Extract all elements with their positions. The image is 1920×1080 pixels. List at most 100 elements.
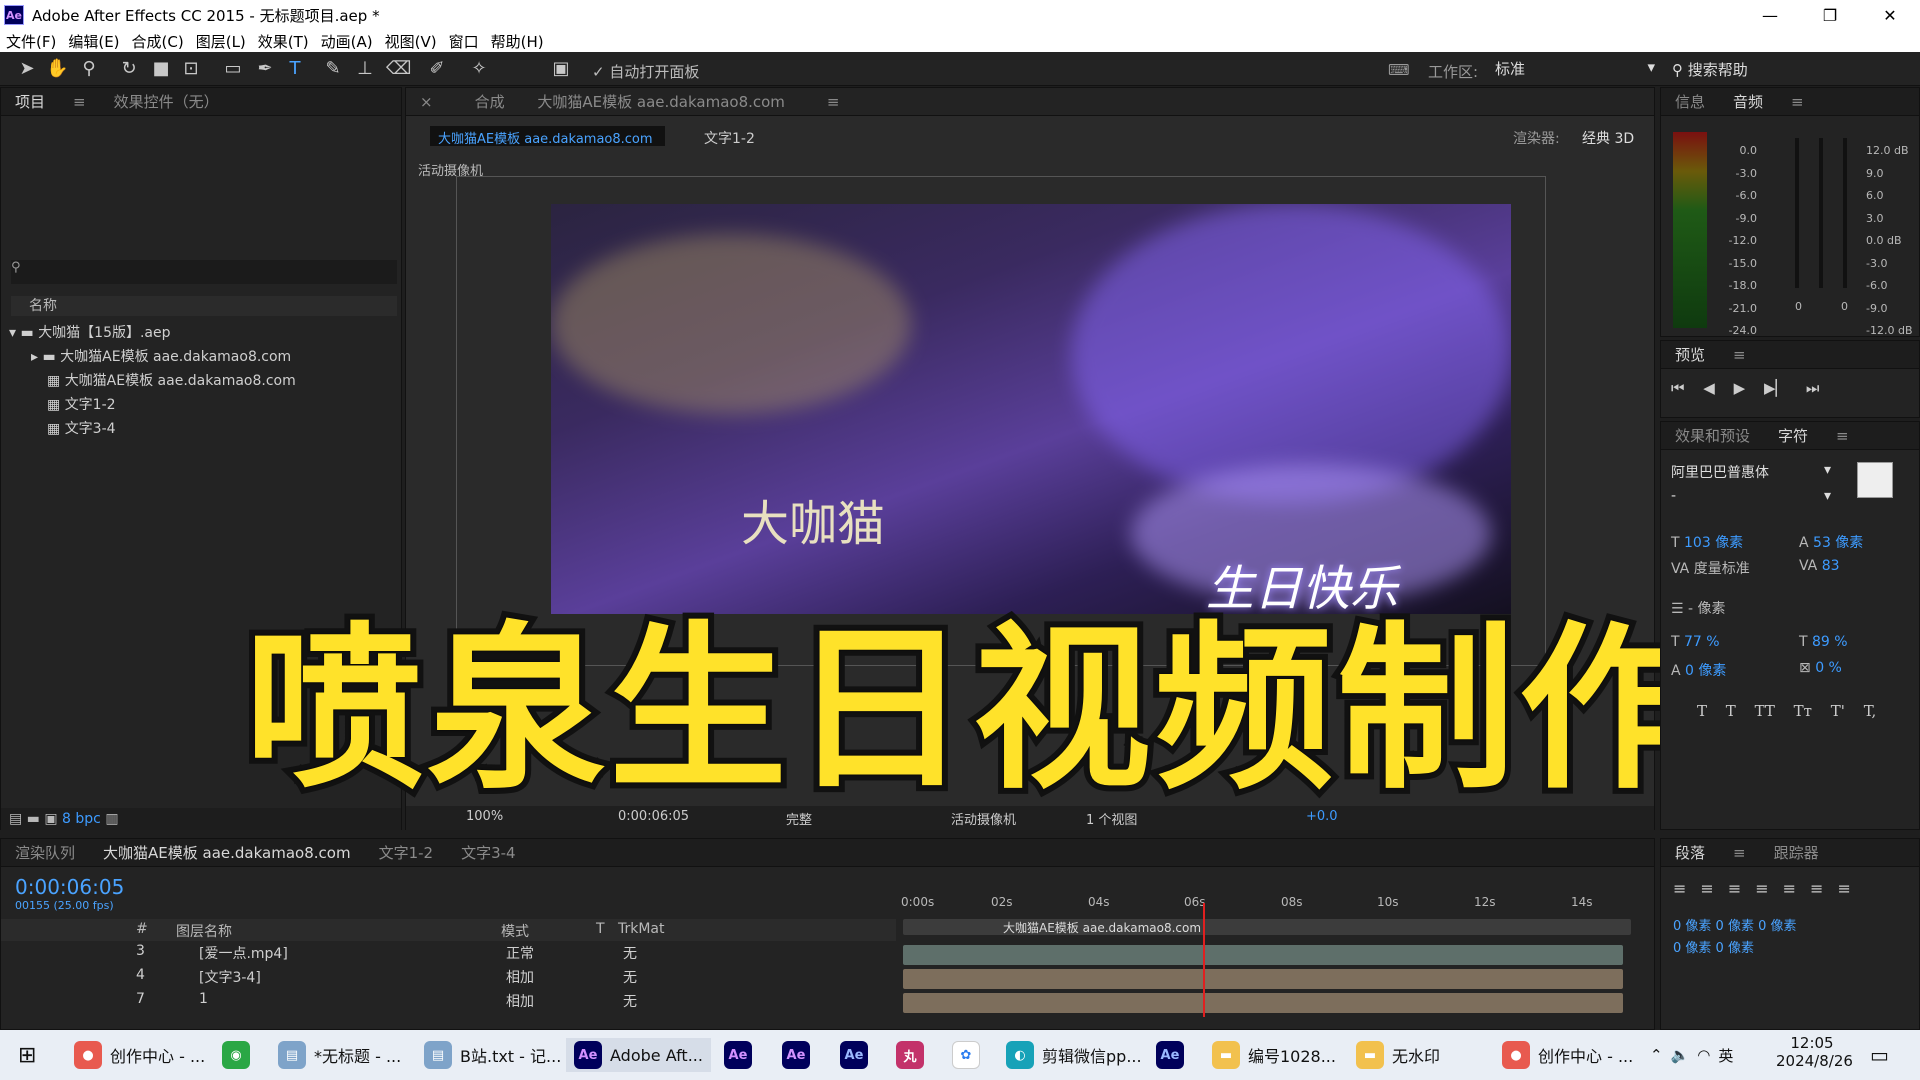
vscale-field[interactable]: T 77 % xyxy=(1671,634,1720,650)
taskbar-item[interactable]: ✿ xyxy=(952,1038,980,1072)
maximize-button[interactable]: ❐ xyxy=(1800,0,1860,30)
tab-comp-text34[interactable]: 文字3-4 xyxy=(447,842,530,863)
menu-effect[interactable]: 效果(T) xyxy=(252,31,315,52)
tab-effect-controls[interactable]: 效果控件（无） xyxy=(100,91,233,112)
menu-animation[interactable]: 动画(A) xyxy=(315,31,379,52)
zoom-tool-icon[interactable]: ⚲ xyxy=(78,58,100,80)
menu-view[interactable]: 视图(V) xyxy=(379,31,443,52)
tab-info[interactable]: 信息 xyxy=(1661,91,1719,112)
timeline-track-area[interactable]: 0:00s 02s 04s 06s 08s 10s 12s 14s 大咖猫AE模… xyxy=(901,879,1631,1029)
volume-icon[interactable]: 🔈 xyxy=(1671,1046,1690,1064)
menu-icon[interactable]: ≡ xyxy=(813,93,854,111)
space-fields[interactable]: 0 像素 0 像素 xyxy=(1673,937,1754,956)
first-frame-icon[interactable]: ⏮ xyxy=(1671,379,1685,397)
stamp-tool-icon[interactable]: ⊥ xyxy=(354,58,376,80)
small-caps-button[interactable]: Tт xyxy=(1794,702,1812,720)
faux-bold-button[interactable]: T xyxy=(1697,702,1707,720)
menu-icon[interactable]: ≡ xyxy=(59,93,100,111)
taskbar-item[interactable]: ▤ B站.txt - 记... xyxy=(424,1038,561,1072)
bpc-button[interactable]: 8 bpc xyxy=(62,811,101,827)
tab-project[interactable]: 项目 xyxy=(1,91,59,112)
comp-tab[interactable]: 合成 大咖猫AE模板 aae.dakamao8.com xyxy=(447,91,813,112)
roto-tool-icon[interactable]: ✐ xyxy=(426,58,448,80)
taskbar-item[interactable]: ● 创作中心 - ... xyxy=(1502,1038,1633,1072)
work-area-bar[interactable]: 大咖猫AE模板 aae.dakamao8.com xyxy=(903,919,1631,935)
font-style-select[interactable]: - ▾ xyxy=(1671,488,1831,510)
layer-bar[interactable] xyxy=(903,969,1623,989)
taskbar-item-active[interactable]: Ae Adobe Aft... xyxy=(566,1038,711,1072)
play-icon[interactable]: ▶ xyxy=(1734,379,1746,397)
workspace-select[interactable]: 标准 ▾ xyxy=(1495,58,1655,80)
clock[interactable]: 12:05 2024/8/26 xyxy=(1776,1034,1853,1070)
layer-trkmat[interactable]: 无 xyxy=(623,991,637,1011)
table-row[interactable]: 3 [爱一点.mp4] 正常 无 xyxy=(1,943,896,967)
eraser-tool-icon[interactable]: ⌫ xyxy=(386,58,411,80)
list-item[interactable]: ▦ 文字3-4 xyxy=(47,418,116,442)
tab-character[interactable]: 字符 xyxy=(1764,425,1822,446)
taskbar-item[interactable]: ◉ xyxy=(222,1038,250,1072)
menu-icon[interactable]: ≡ xyxy=(1719,346,1760,364)
brush-tool-icon[interactable]: ✎ xyxy=(322,58,344,80)
layer-mode[interactable]: 相加 xyxy=(506,967,534,987)
layer-trkmat[interactable]: 无 xyxy=(623,943,637,963)
selection-tool-icon[interactable]: ➤ xyxy=(16,58,38,80)
timeline-timecode[interactable]: 0:00:06:05 xyxy=(15,875,124,899)
layer-mode[interactable]: 相加 xyxy=(506,991,534,1011)
panel-icon[interactable]: ▣ xyxy=(550,58,572,80)
leading-field[interactable]: A 53 像素 xyxy=(1799,532,1863,552)
font-size-field[interactable]: T 103 像素 xyxy=(1671,532,1743,552)
ime-indicator[interactable]: 英 xyxy=(1718,1045,1733,1066)
tab-render-queue[interactable]: 渲染队列 xyxy=(1,842,89,863)
taskbar-item[interactable]: Ae xyxy=(724,1038,752,1072)
close-icon[interactable]: × xyxy=(406,93,447,111)
rectangle-tool-icon[interactable]: ▭ xyxy=(222,58,244,80)
menu-edit[interactable]: 编辑(E) xyxy=(62,31,125,52)
menu-icon[interactable]: ≡ xyxy=(1822,427,1863,445)
layer-bar[interactable] xyxy=(903,945,1623,965)
layer-bar[interactable] xyxy=(903,993,1623,1013)
tab-effects-presets[interactable]: 效果和预设 xyxy=(1661,425,1764,446)
start-button[interactable]: ⊞ xyxy=(18,1038,36,1072)
breadcrumb[interactable]: 大咖猫AE模板 aae.dakamao8.com xyxy=(430,126,665,146)
list-item[interactable]: ▸ ▬ 大咖猫AE模板 aae.dakamao8.com xyxy=(31,346,291,370)
camera-tool-icon[interactable]: ■ xyxy=(150,58,172,80)
menu-window[interactable]: 窗口 xyxy=(443,31,485,52)
type-tool-icon[interactable]: T xyxy=(284,58,306,80)
tsume-field[interactable]: ⊠ 0 % xyxy=(1799,660,1842,676)
tab-comp-main[interactable]: 大咖猫AE模板 aae.dakamao8.com xyxy=(89,842,365,863)
font-select[interactable]: 阿里巴巴普惠体 ▾ xyxy=(1671,462,1831,484)
fill-color-swatch[interactable] xyxy=(1857,462,1893,498)
pen-tool-icon[interactable]: ✒ xyxy=(254,58,276,80)
taskbar-item[interactable]: 丸 xyxy=(896,1038,924,1072)
taskbar-item[interactable]: Ae xyxy=(1156,1038,1184,1072)
all-caps-button[interactable]: TT xyxy=(1755,702,1775,720)
name-column-header[interactable]: 名称 xyxy=(11,296,397,316)
breadcrumb-item[interactable]: 文字1-2 xyxy=(704,128,755,148)
taskbar-item[interactable]: ▬ 无水印 xyxy=(1356,1038,1440,1072)
tracking-field[interactable]: VA 83 xyxy=(1799,558,1840,574)
hscale-field[interactable]: T 89 % xyxy=(1799,634,1848,650)
menu-composition[interactable]: 合成(C) xyxy=(126,31,190,52)
minimize-button[interactable]: — xyxy=(1740,0,1800,30)
tab-audio[interactable]: 音频 xyxy=(1719,91,1777,112)
search-help-field[interactable]: ⚲ 搜索帮助 xyxy=(1672,59,1748,80)
last-frame-icon[interactable]: ⏭ xyxy=(1806,379,1820,397)
table-row[interactable]: 4 [文字3-4] 相加 无 xyxy=(1,967,896,991)
kerning-field[interactable]: VA 度量标准 xyxy=(1671,558,1750,578)
prev-frame-icon[interactable]: ◀ xyxy=(1703,379,1715,397)
baseline-field[interactable]: A 0 像素 xyxy=(1671,660,1726,680)
menu-help[interactable]: 帮助(H) xyxy=(485,31,550,52)
taskbar-item[interactable]: ● 创作中心 - ... xyxy=(74,1038,205,1072)
taskbar-item[interactable]: ◐ 剪辑微信pp... xyxy=(1006,1038,1142,1072)
next-frame-icon[interactable]: ▶▏ xyxy=(1764,379,1787,397)
notification-icon[interactable]: ▭ xyxy=(1870,1038,1889,1072)
tab-preview[interactable]: 预览 xyxy=(1661,344,1719,365)
list-item[interactable]: ▦ 文字1-2 xyxy=(47,394,116,418)
layer-trkmat[interactable]: 无 xyxy=(623,967,637,987)
layer-mode[interactable]: 正常 xyxy=(506,943,534,963)
taskbar-item[interactable]: Ae xyxy=(840,1038,868,1072)
taskbar-item[interactable]: Ae xyxy=(782,1038,810,1072)
faux-italic-button[interactable]: T xyxy=(1726,702,1736,720)
close-button[interactable]: ✕ xyxy=(1860,0,1920,30)
rotate-tool-icon[interactable]: ↻ xyxy=(118,58,140,80)
